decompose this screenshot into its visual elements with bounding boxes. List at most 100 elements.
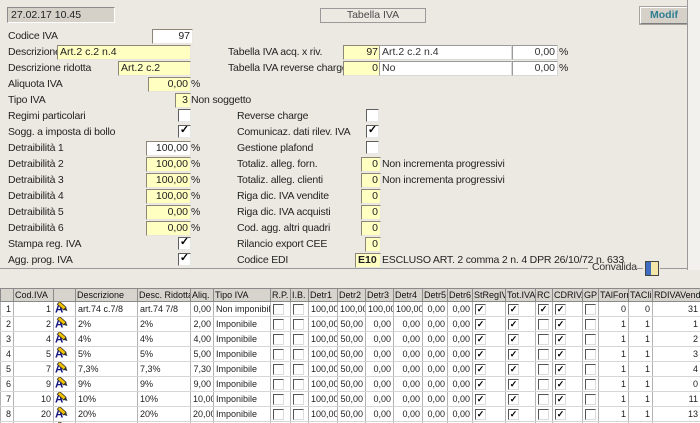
detraibilita5-field[interactable]: 0,00 xyxy=(146,205,191,220)
checkbox-streg-iva[interactable] xyxy=(475,364,486,375)
checkbox-streg-iva[interactable] xyxy=(473,302,506,317)
checkbox-rp[interactable] xyxy=(271,317,291,332)
checkbox-gp[interactable] xyxy=(585,334,596,345)
checkbox-tot-iva[interactable] xyxy=(506,407,536,422)
checkbox-rc[interactable] xyxy=(536,407,553,422)
checkbox-ib[interactable] xyxy=(293,394,304,405)
checkbox-rp[interactable] xyxy=(271,332,291,347)
checkbox-rc[interactable] xyxy=(536,317,553,332)
checkbox-streg-iva[interactable] xyxy=(475,349,486,360)
checkbox-ib[interactable] xyxy=(293,409,304,420)
checkbox-streg-iva[interactable] xyxy=(475,394,486,405)
checkbox-streg-iva[interactable] xyxy=(475,334,486,345)
checkbox-tot-iva[interactable] xyxy=(508,349,519,360)
checkbox-rp[interactable] xyxy=(273,379,284,390)
table-row[interactable]: 34A4%4%4,00Imponibile100,0050,000,000,00… xyxy=(1,332,700,347)
edit-description-icon[interactable]: A xyxy=(54,302,76,317)
checkbox-gp[interactable] xyxy=(583,407,599,422)
checkbox-rc[interactable] xyxy=(536,392,553,407)
table-row[interactable]: 820A20%20%20,00Imponibile100,0050,000,00… xyxy=(1,407,700,422)
checkbox-gp[interactable] xyxy=(585,364,596,375)
regimi-particolari-checkbox[interactable] xyxy=(178,109,191,122)
table-row[interactable]: 22A2%2%2,00Imponibile100,0050,000,000,00… xyxy=(1,317,700,332)
checkbox-gp[interactable] xyxy=(585,379,596,390)
checkbox-rc[interactable] xyxy=(536,332,553,347)
checkbox-rc[interactable] xyxy=(538,394,549,405)
checkbox-rc[interactable] xyxy=(538,304,549,315)
checkbox-ib[interactable] xyxy=(291,302,309,317)
checkbox-rp[interactable] xyxy=(273,334,284,345)
checkbox-cdriva[interactable] xyxy=(555,319,566,330)
checkbox-rc[interactable] xyxy=(538,409,549,420)
checkbox-rp[interactable] xyxy=(271,377,291,392)
checkbox-ib[interactable] xyxy=(291,317,309,332)
codice-edi-field[interactable]: E10 xyxy=(355,253,381,268)
checkbox-rc[interactable] xyxy=(536,377,553,392)
checkbox-cdriva[interactable] xyxy=(553,332,583,347)
riga-acquisti-field[interactable]: 0 xyxy=(361,205,381,220)
checkbox-cdriva[interactable] xyxy=(553,392,583,407)
checkbox-gp[interactable] xyxy=(583,392,599,407)
checkbox-cdriva[interactable] xyxy=(553,317,583,332)
checkbox-ib[interactable] xyxy=(293,319,304,330)
checkbox-rp[interactable] xyxy=(273,319,284,330)
checkbox-cdriva[interactable] xyxy=(553,407,583,422)
checkbox-gp[interactable] xyxy=(583,377,599,392)
checkbox-streg-iva[interactable] xyxy=(473,347,506,362)
checkbox-ib[interactable] xyxy=(293,379,304,390)
table-row[interactable]: 11Aart.74 c.7/8art.74 7/80,00Non imponib… xyxy=(1,302,700,317)
checkbox-ib[interactable] xyxy=(293,334,304,345)
checkbox-rc[interactable] xyxy=(538,334,549,345)
checkbox-tot-iva[interactable] xyxy=(508,319,519,330)
checkbox-gp[interactable] xyxy=(585,319,596,330)
edit-description-icon[interactable]: A xyxy=(54,392,76,407)
checkbox-rc[interactable] xyxy=(538,379,549,390)
checkbox-tot-iva[interactable] xyxy=(506,377,536,392)
edit-description-icon[interactable]: A xyxy=(54,347,76,362)
checkbox-rp[interactable] xyxy=(271,302,291,317)
edit-description-icon[interactable]: A xyxy=(54,317,76,332)
checkbox-rp[interactable] xyxy=(273,394,284,405)
checkbox-tot-iva[interactable] xyxy=(506,392,536,407)
checkbox-gp[interactable] xyxy=(583,332,599,347)
detraibilita3-field[interactable]: 100,00 xyxy=(146,173,191,188)
edit-description-icon[interactable]: A xyxy=(54,407,76,422)
checkbox-cdriva[interactable] xyxy=(555,349,566,360)
checkbox-ib[interactable] xyxy=(293,304,304,315)
checkbox-cdriva[interactable] xyxy=(553,347,583,362)
checkbox-streg-iva[interactable] xyxy=(473,392,506,407)
checkbox-ib[interactable] xyxy=(291,347,309,362)
checkbox-ib[interactable] xyxy=(291,332,309,347)
checkbox-gp[interactable] xyxy=(585,349,596,360)
checkbox-gp[interactable] xyxy=(583,347,599,362)
checkbox-rc[interactable] xyxy=(538,349,549,360)
table-row[interactable]: 57A7,3%7,3%7,30Imponibile100,0050,000,00… xyxy=(1,362,700,377)
checkbox-tot-iva[interactable] xyxy=(508,409,519,420)
checkbox-tot-iva[interactable] xyxy=(508,364,519,375)
checkbox-gp[interactable] xyxy=(583,362,599,377)
checkbox-rp[interactable] xyxy=(271,407,291,422)
checkbox-rp[interactable] xyxy=(273,409,284,420)
reverse-charge-checkbox[interactable] xyxy=(366,109,379,122)
checkbox-streg-iva[interactable] xyxy=(475,409,486,420)
checkbox-tot-iva[interactable] xyxy=(508,304,519,315)
checkbox-cdriva[interactable] xyxy=(555,364,566,375)
checkbox-ib[interactable] xyxy=(291,362,309,377)
checkbox-rp[interactable] xyxy=(273,304,284,315)
checkbox-tot-iva[interactable] xyxy=(506,332,536,347)
edit-description-icon[interactable]: A xyxy=(54,362,76,377)
checkbox-tot-iva[interactable] xyxy=(506,317,536,332)
checkbox-ib[interactable] xyxy=(291,392,309,407)
detraibilita2-field[interactable]: 100,00 xyxy=(146,157,191,172)
checkbox-streg-iva[interactable] xyxy=(475,319,486,330)
table-row[interactable]: 69A9%9%9,00Imponibile100,0050,000,000,00… xyxy=(1,377,700,392)
stampa-reg-iva-checkbox[interactable] xyxy=(178,237,191,250)
checkbox-streg-iva[interactable] xyxy=(473,332,506,347)
convalida-book-icon[interactable] xyxy=(645,261,659,276)
edit-description-icon[interactable]: A xyxy=(54,377,76,392)
checkbox-tot-iva[interactable] xyxy=(508,334,519,345)
checkbox-cdriva[interactable] xyxy=(555,334,566,345)
totaliz-clienti-field[interactable]: 0 xyxy=(361,173,381,188)
checkbox-cdriva[interactable] xyxy=(553,377,583,392)
descrizione-field[interactable]: Art.2 c.2 n.4 xyxy=(57,45,191,60)
